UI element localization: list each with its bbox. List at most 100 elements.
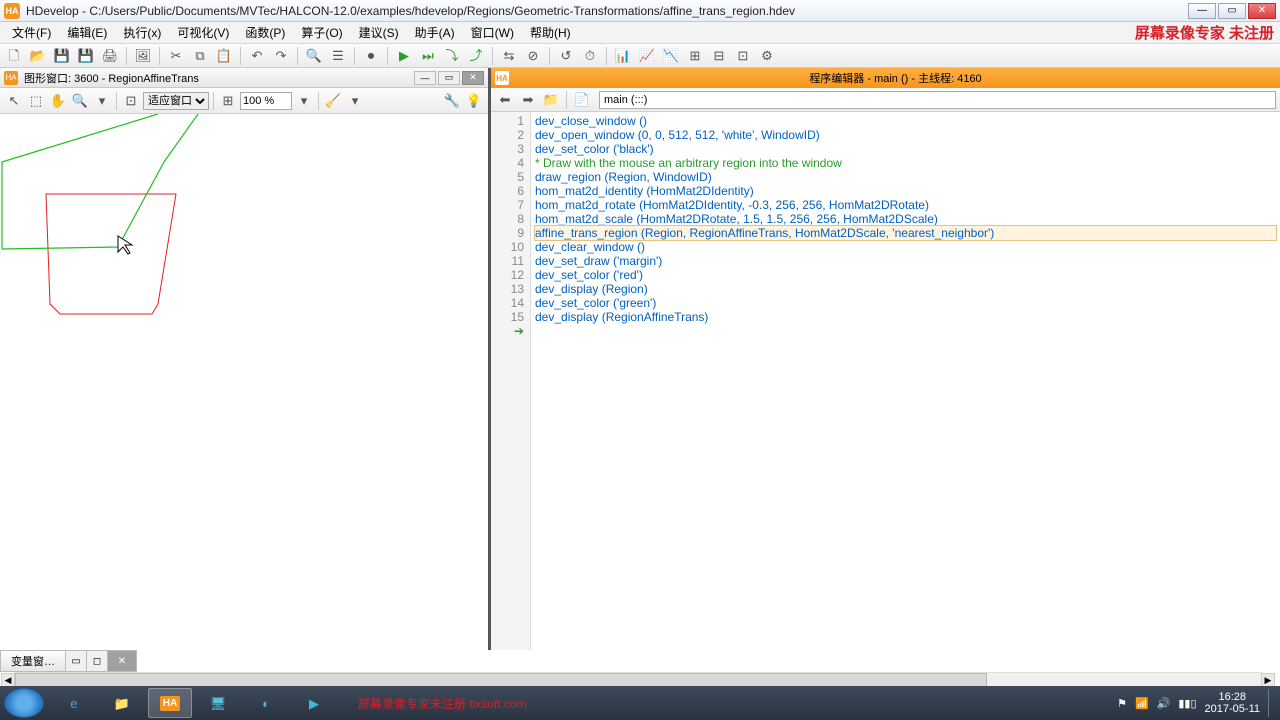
find-button[interactable]: 🔍 bbox=[304, 46, 324, 66]
hand-tool[interactable]: ✋ bbox=[48, 91, 68, 111]
save-icon: 💾 bbox=[54, 49, 70, 62]
size-button[interactable]: ⊞ bbox=[218, 91, 238, 111]
menu-oper[interactable]: 算子(O) bbox=[293, 22, 350, 43]
new-button[interactable]: 🗋 bbox=[4, 46, 24, 66]
chart3-button[interactable]: 📉 bbox=[661, 46, 681, 66]
print-button[interactable]: 🖨 bbox=[100, 46, 120, 66]
menu-assist[interactable]: 助手(A) bbox=[407, 22, 463, 43]
editor-app-icon: HA bbox=[495, 71, 509, 85]
tray-network-icon[interactable]: 📶 bbox=[1135, 697, 1149, 710]
select-tool[interactable]: ⬚ bbox=[26, 91, 46, 111]
scroll-thumb[interactable] bbox=[15, 673, 987, 687]
variable-tab[interactable]: 变量窗… bbox=[0, 650, 66, 672]
chart2-button[interactable]: 📈 bbox=[637, 46, 657, 66]
step-into-button[interactable]: ⤵ bbox=[442, 46, 462, 66]
fit-button[interactable]: ⊡ bbox=[121, 91, 141, 111]
scroll-right-button[interactable]: ▶ bbox=[1261, 673, 1275, 687]
region-transformed-b bbox=[2, 114, 158, 249]
graphics-close-button[interactable]: ✕ bbox=[462, 71, 484, 85]
redo-button[interactable]: ↷ bbox=[271, 46, 291, 66]
scroll-left-button[interactable]: ◀ bbox=[1, 673, 15, 687]
save-button[interactable]: 💾 bbox=[52, 46, 72, 66]
clear-dropdown[interactable]: ▾ bbox=[345, 91, 365, 111]
step-over-button[interactable]: ⏭ bbox=[418, 46, 438, 66]
menu-visual[interactable]: 可视化(V) bbox=[169, 22, 237, 43]
menu-help[interactable]: 帮助(H) bbox=[522, 22, 579, 43]
copy-button[interactable]: ⧉ bbox=[190, 46, 210, 66]
graphics-canvas[interactable] bbox=[0, 114, 488, 650]
graphics-minimize-button[interactable]: — bbox=[414, 71, 436, 85]
bulb-button[interactable]: 💡 bbox=[464, 91, 484, 111]
chart5-button[interactable]: ⊟ bbox=[709, 46, 729, 66]
task-app3[interactable]: ◐ bbox=[244, 688, 288, 718]
variable-max-button[interactable]: ◻ bbox=[86, 650, 108, 672]
task-hdevelop[interactable]: HA bbox=[148, 688, 192, 718]
procedure-field[interactable] bbox=[599, 91, 1276, 109]
stop-button[interactable]: ⏱ bbox=[580, 46, 600, 66]
properties-button[interactable]: ☰ bbox=[328, 46, 348, 66]
redo-icon: ↷ bbox=[276, 49, 287, 62]
task-explorer[interactable]: 📁 bbox=[100, 688, 144, 718]
record-icon: ⏺ bbox=[368, 49, 375, 62]
cut-button[interactable]: ✂ bbox=[166, 46, 186, 66]
close-button[interactable]: ✕ bbox=[1248, 3, 1276, 19]
zoom-dropdown[interactable]: ▾ bbox=[92, 91, 112, 111]
fit-mode-select[interactable]: 适应窗口 bbox=[143, 92, 209, 110]
variable-restore-button[interactable]: ▭ bbox=[65, 650, 87, 672]
open-button[interactable]: 📂 bbox=[28, 46, 48, 66]
record-button[interactable]: ⏺ bbox=[361, 46, 381, 66]
minimize-button[interactable]: — bbox=[1188, 3, 1216, 19]
paste-button[interactable]: 📋 bbox=[214, 46, 234, 66]
open-image-button[interactable]: 🖼 bbox=[133, 46, 153, 66]
undo-button[interactable]: ↶ bbox=[247, 46, 267, 66]
menu-execute[interactable]: 执行(x) bbox=[115, 22, 169, 43]
zoom-input[interactable] bbox=[240, 92, 292, 110]
chart-icon: ⊟ bbox=[714, 49, 725, 62]
proc-icon-button[interactable]: 📄 bbox=[572, 90, 592, 110]
task-ie[interactable]: e bbox=[52, 688, 96, 718]
menu-file[interactable]: 文件(F) bbox=[4, 22, 59, 43]
pointer-tool[interactable]: ↖ bbox=[4, 91, 24, 111]
system-tray[interactable]: ⚑ 📶 🔊 ▮▮▯ 16:28 2017-05-11 bbox=[1117, 689, 1276, 717]
code-body[interactable]: dev_close_window ()dev_open_window (0, 0… bbox=[531, 112, 1280, 650]
menu-func[interactable]: 函数(P) bbox=[237, 22, 293, 43]
code-editor[interactable]: 123456789101112131415➔ dev_close_window … bbox=[491, 112, 1280, 650]
zoom-dropdown2[interactable]: ▾ bbox=[294, 91, 314, 111]
activate-button[interactable]: ⇆ bbox=[499, 46, 519, 66]
chart4-button[interactable]: ⊞ bbox=[685, 46, 705, 66]
show-desktop-button[interactable] bbox=[1268, 689, 1276, 717]
step-out-button[interactable]: ⤴ bbox=[466, 46, 486, 66]
deactivate-button[interactable]: ⊘ bbox=[523, 46, 543, 66]
fit-icon: ⊡ bbox=[126, 94, 137, 107]
task-app2[interactable]: 🖥 bbox=[196, 688, 240, 718]
tray-signal-icon[interactable]: ▮▮▯ bbox=[1178, 697, 1196, 710]
variable-window-tab: 变量窗… ▭ ◻ ✕ bbox=[0, 650, 137, 672]
graphics-maximize-button[interactable]: ▭ bbox=[438, 71, 460, 85]
chart1-button[interactable]: 📊 bbox=[613, 46, 633, 66]
save-all-button[interactable]: 💾 bbox=[76, 46, 96, 66]
nav-up-button[interactable]: 📁 bbox=[541, 90, 561, 110]
settings-button[interactable]: ⚙ bbox=[757, 46, 777, 66]
menu-edit[interactable]: 编辑(E) bbox=[59, 22, 115, 43]
taskbar-watermark: 屏幕录像专家未注册 tlxsoft.com bbox=[358, 695, 527, 712]
task-app4[interactable]: ▶ bbox=[292, 688, 336, 718]
menu-suggest[interactable]: 建议(S) bbox=[351, 22, 407, 43]
gear-icon: ⚙ bbox=[761, 49, 773, 62]
nav-back-button[interactable]: ⬅ bbox=[495, 90, 515, 110]
chart-icon: 📉 bbox=[663, 49, 679, 62]
separator bbox=[116, 92, 117, 110]
zoom-tool[interactable]: 🔍 bbox=[70, 91, 90, 111]
variable-close-button[interactable]: ✕ bbox=[107, 650, 137, 672]
run-button[interactable]: ▶ bbox=[394, 46, 414, 66]
tray-volume-icon[interactable]: 🔊 bbox=[1157, 697, 1171, 710]
menu-window[interactable]: 窗口(W) bbox=[463, 22, 522, 43]
tray-flag-icon[interactable]: ⚑ bbox=[1117, 697, 1127, 710]
reset-button[interactable]: ↺ bbox=[556, 46, 576, 66]
start-button[interactable] bbox=[4, 688, 44, 718]
maximize-button[interactable]: ▭ bbox=[1218, 3, 1246, 19]
tray-clock[interactable]: 16:28 2017-05-11 bbox=[1205, 691, 1260, 715]
chart6-button[interactable]: ⊡ bbox=[733, 46, 753, 66]
clear-button[interactable]: 🧹 bbox=[323, 91, 343, 111]
nav-forward-button[interactable]: ➡ bbox=[518, 90, 538, 110]
inspect-button[interactable]: 🔧 bbox=[442, 91, 462, 111]
